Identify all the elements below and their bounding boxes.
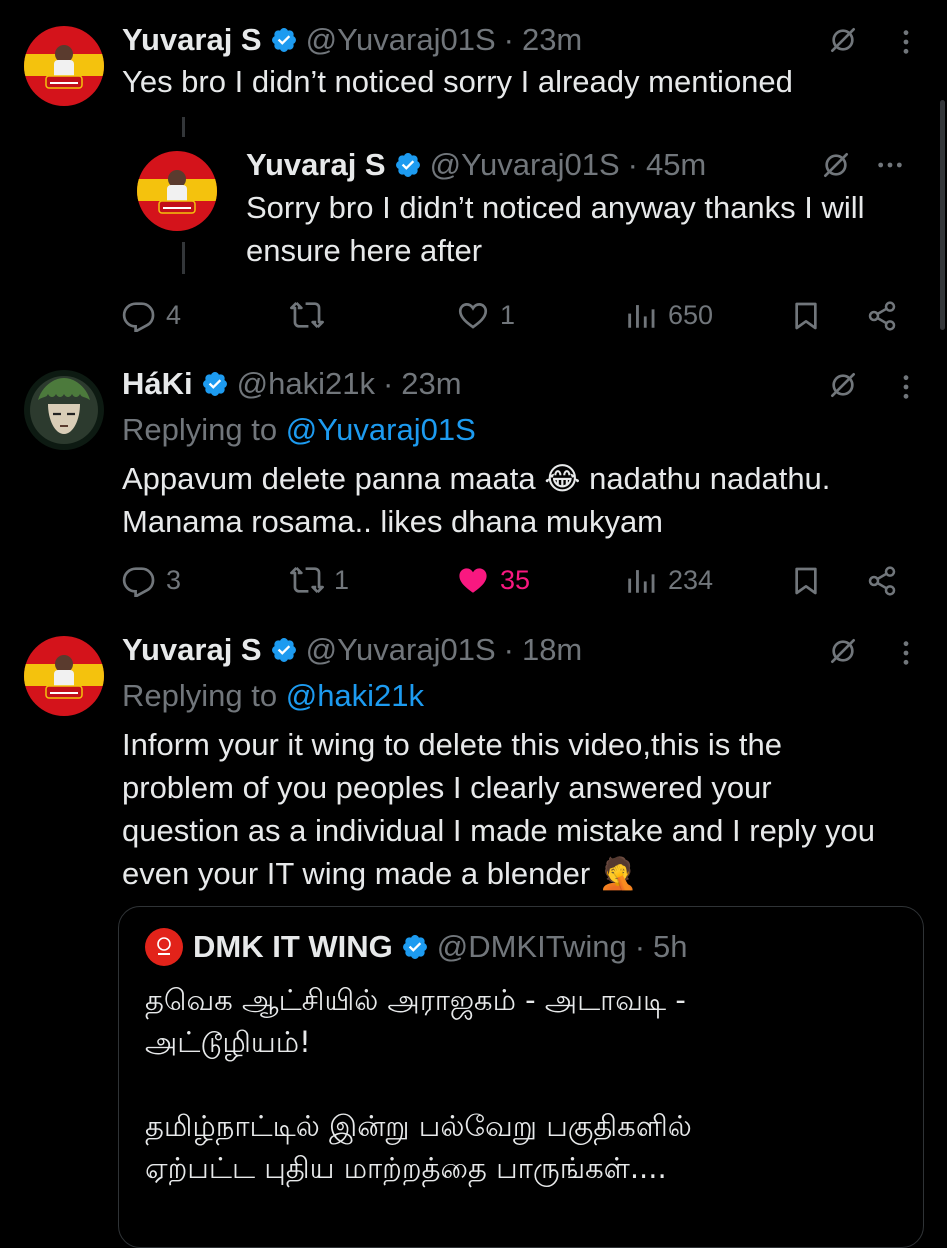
tweet-text: Sorry bro I didn’t noticed anyway thanks… bbox=[246, 190, 865, 268]
timestamp[interactable]: 23m bbox=[522, 20, 582, 60]
handle[interactable]: @haki21k bbox=[237, 364, 375, 404]
reply-icon bbox=[122, 563, 156, 597]
replying-to: Replying to @Yuvaraj01S bbox=[122, 410, 476, 450]
tweet-text-line: Appavum delete panna maata 😂 nadathu nad… bbox=[122, 461, 831, 496]
verified-badge-icon bbox=[401, 933, 429, 961]
repost-icon bbox=[290, 563, 324, 597]
tweet-text: Appavum delete panna maata 😂 nadathu nad… bbox=[122, 457, 922, 543]
verified-badge-icon bbox=[201, 370, 229, 398]
timestamp[interactable]: 45m bbox=[646, 145, 706, 185]
more-options-icon[interactable] bbox=[870, 145, 910, 185]
more-options-icon[interactable] bbox=[886, 22, 926, 62]
tweet-header: Yuvaraj S @Yuvaraj01S · 18m bbox=[122, 630, 582, 670]
views-icon bbox=[624, 298, 658, 332]
view-count: 650 bbox=[668, 299, 714, 330]
tweet-text: Inform your it wing to delete this video… bbox=[122, 727, 876, 891]
quoted-tweet[interactable]: DMK IT WING @DMKITwing · 5h தவெக ஆட்சியி… bbox=[118, 906, 924, 1248]
more-options-icon[interactable] bbox=[886, 367, 926, 407]
quoted-text-line: தமிழ்நாட்டில் இன்று பல்வேறு பகுதிகளில் bbox=[145, 1109, 692, 1143]
handle[interactable]: @Yuvaraj01S bbox=[306, 630, 496, 670]
display-name[interactable]: HáKi bbox=[122, 364, 193, 404]
separator: · bbox=[503, 632, 514, 667]
reply-count: 4 bbox=[166, 299, 182, 330]
replying-to: Replying to @haki21k bbox=[122, 676, 424, 716]
replying-to-label: Replying to bbox=[122, 412, 278, 447]
more-options-icon[interactable] bbox=[886, 633, 926, 673]
handle[interactable]: @DMKITwing bbox=[437, 927, 627, 967]
views-icon bbox=[624, 563, 658, 597]
display-name[interactable]: Yuvaraj S bbox=[246, 145, 386, 185]
display-name[interactable]: DMK IT WING bbox=[193, 927, 393, 967]
handle[interactable]: @Yuvaraj01S bbox=[430, 145, 620, 185]
repost-icon bbox=[290, 298, 324, 332]
thread-connector bbox=[182, 242, 185, 274]
flag-avatar-icon bbox=[24, 26, 104, 106]
avatar[interactable] bbox=[24, 370, 104, 450]
like-button[interactable]: 35 bbox=[456, 563, 530, 597]
reply-button[interactable]: 4 bbox=[122, 298, 181, 332]
views-button[interactable]: 234 bbox=[624, 563, 713, 597]
quoted-tweet-header: DMK IT WING @DMKITwing · 5h bbox=[145, 927, 688, 967]
repost-count: 1 bbox=[334, 564, 350, 595]
tweet-text-line: Manama rosama.. likes dhana mukyam bbox=[122, 504, 664, 539]
tweet-header: HáKi @haki21k · 23m bbox=[122, 364, 462, 404]
separator: · bbox=[627, 147, 638, 182]
thread-connector bbox=[182, 117, 185, 137]
dmk-logo-icon bbox=[145, 928, 183, 966]
separator: · bbox=[382, 366, 394, 401]
flag-avatar-icon bbox=[137, 151, 217, 231]
verified-badge-icon bbox=[394, 151, 422, 179]
heart-icon bbox=[456, 298, 490, 332]
timestamp[interactable]: 23m bbox=[401, 364, 461, 404]
reply-count: 3 bbox=[166, 564, 182, 595]
tweet-header: Yuvaraj S @Yuvaraj01S · 23m bbox=[122, 20, 582, 60]
avatar[interactable] bbox=[24, 636, 104, 716]
tweet-text: Yes bro I didn’t noticed sorry I already… bbox=[122, 64, 793, 99]
bookmark-icon[interactable] bbox=[786, 561, 826, 601]
repost-button[interactable] bbox=[290, 298, 334, 332]
quoted-text-line: தவெக ஆட்சியில் அராஜகம் - அடாவடி - bbox=[145, 983, 686, 1017]
flag-avatar-icon bbox=[24, 636, 104, 716]
replying-to-mention[interactable]: @Yuvaraj01S bbox=[286, 412, 476, 447]
verified-badge-icon bbox=[270, 26, 298, 54]
quoted-tweet-text: தவெக ஆட்சியில் அராஜகம் - அடாவடி - அட்டூழ… bbox=[145, 979, 905, 1189]
reply-button[interactable]: 3 bbox=[122, 563, 181, 597]
separator: · bbox=[503, 22, 514, 57]
grok-icon[interactable] bbox=[823, 20, 863, 60]
timestamp[interactable]: 18m bbox=[522, 630, 582, 670]
avatar[interactable] bbox=[24, 26, 104, 106]
quoted-text-line: ஏற்பட்ட புதிய மாற்றத்தை பாருங்கள்.... bbox=[145, 1151, 667, 1185]
share-icon[interactable] bbox=[862, 296, 902, 336]
replying-to-mention[interactable]: @haki21k bbox=[286, 678, 424, 713]
handle[interactable]: @Yuvaraj01S bbox=[306, 20, 496, 60]
grok-icon[interactable] bbox=[816, 145, 856, 185]
heart-filled-icon bbox=[456, 563, 490, 597]
replying-to-label: Replying to bbox=[122, 678, 278, 713]
timestamp[interactable]: 5h bbox=[653, 927, 687, 967]
bookmark-icon[interactable] bbox=[786, 296, 826, 336]
view-count: 234 bbox=[668, 564, 714, 595]
scrollbar-thumb[interactable] bbox=[940, 100, 945, 330]
repost-button[interactable]: 1 bbox=[290, 563, 349, 597]
quoted-text-line: அட்டூழியம்! bbox=[145, 1025, 311, 1059]
views-button[interactable]: 650 bbox=[624, 298, 713, 332]
like-count: 1 bbox=[500, 299, 516, 330]
like-count: 35 bbox=[500, 564, 531, 595]
like-button[interactable]: 1 bbox=[456, 298, 515, 332]
reply-icon bbox=[122, 298, 156, 332]
tweet-header: Yuvaraj S @Yuvaraj01S · 45m bbox=[246, 145, 706, 185]
display-name[interactable]: Yuvaraj S bbox=[122, 630, 262, 670]
grok-icon[interactable] bbox=[823, 631, 863, 671]
separator: · bbox=[634, 929, 646, 964]
verified-badge-icon bbox=[270, 636, 298, 664]
display-name[interactable]: Yuvaraj S bbox=[122, 20, 262, 60]
share-icon[interactable] bbox=[862, 561, 902, 601]
anime-avatar-icon bbox=[24, 370, 104, 450]
avatar[interactable] bbox=[137, 151, 217, 231]
grok-icon[interactable] bbox=[823, 365, 863, 405]
